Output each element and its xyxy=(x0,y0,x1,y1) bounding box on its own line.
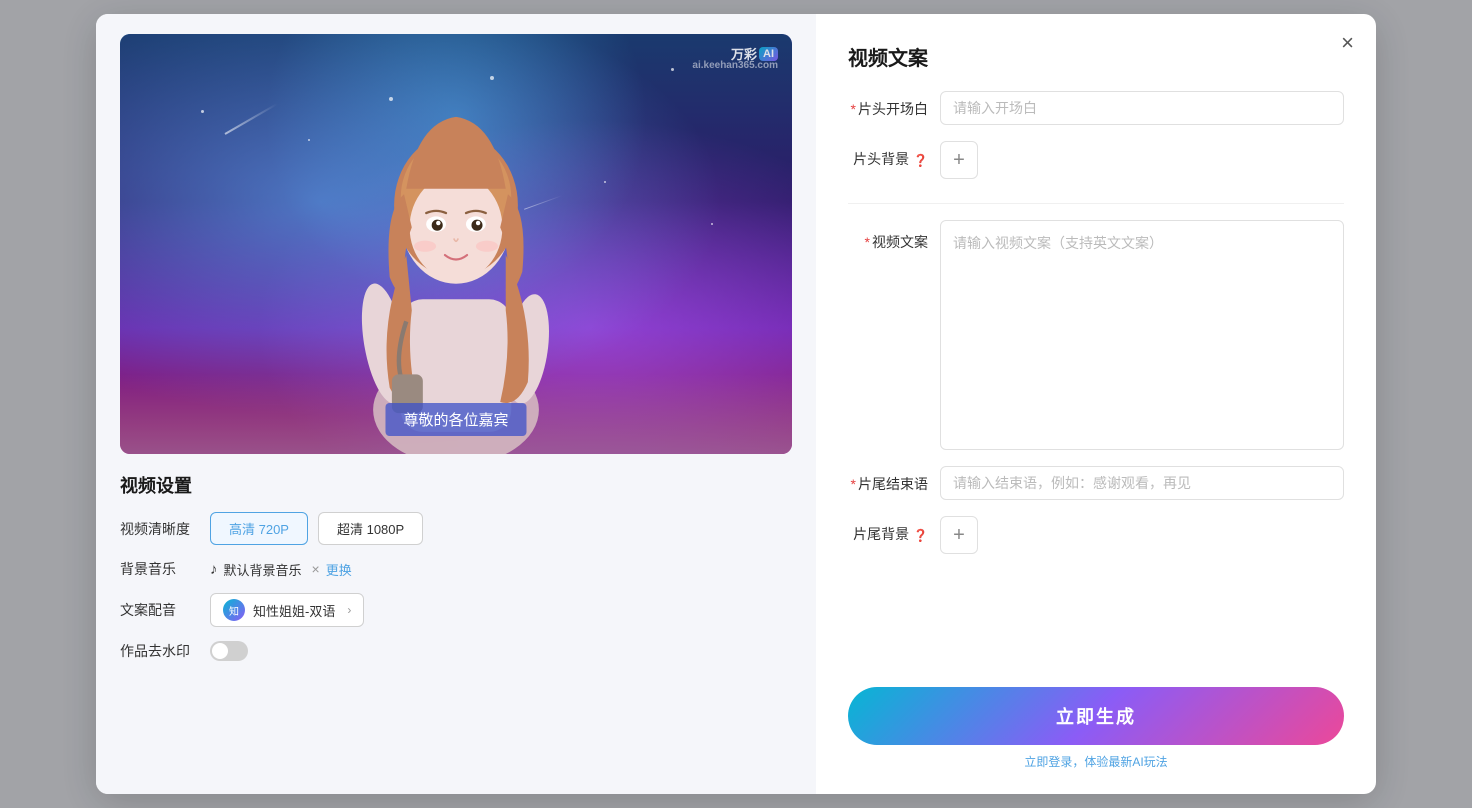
ending-bg-controls: + xyxy=(940,516,978,554)
login-link[interactable]: 立即登录，体验最新AI玩法 xyxy=(1024,755,1167,769)
music-icon: ♪ xyxy=(210,561,218,578)
ending-bg-label: 片尾背景 ❓ xyxy=(848,516,928,544)
opening-row: *片头开场白 xyxy=(848,91,1344,125)
voice-select-button[interactable]: 知 知性姐姐-双语 › xyxy=(210,593,364,627)
settings-title: 视频设置 xyxy=(120,472,792,498)
header-bg-add-button[interactable]: + xyxy=(940,141,978,179)
music-info: ♪ 默认背景音乐 × 更换 xyxy=(210,560,352,579)
resolution-hd-button[interactable]: 高清 720P xyxy=(210,512,308,545)
resolution-label: 视频清晰度 xyxy=(120,519,200,539)
ending-bg-hint-icon[interactable]: ❓ xyxy=(913,528,928,542)
opening-required-star: * xyxy=(851,101,856,117)
resolution-row: 视频清晰度 高清 720P 超清 1080P xyxy=(120,512,792,545)
opening-label: *片头开场白 xyxy=(848,91,928,119)
login-hint: 立即登录，体验最新AI玩法 xyxy=(848,753,1344,770)
subtitle-box: 尊敬的各位嘉宾 xyxy=(385,403,526,436)
header-bg-row: 片头背景 ❓ + xyxy=(848,141,1344,179)
voice-name: 知性姐姐-双语 xyxy=(253,601,335,620)
right-panel: 视频文案 *片头开场白 片头背景 ❓ + xyxy=(816,14,1376,794)
watermark-toggle[interactable] xyxy=(210,641,248,661)
left-panel: 万彩 AI ai.keehan365.com 尊敬的各位嘉宾 视频设置 视频清晰… xyxy=(96,14,816,794)
generate-button[interactable]: 立即生成 xyxy=(848,687,1344,745)
watermark-label: 作品去水印 xyxy=(120,641,200,661)
ending-required-star: * xyxy=(851,476,856,492)
video-preview: 万彩 AI ai.keehan365.com 尊敬的各位嘉宾 xyxy=(120,34,792,454)
watermark-row: 作品去水印 xyxy=(120,641,792,661)
ending-row: *片尾结束语 xyxy=(848,466,1344,500)
right-title: 视频文案 xyxy=(848,42,1344,71)
resolution-fhd-button[interactable]: 超清 1080P xyxy=(318,512,423,545)
music-change-button[interactable]: 更换 xyxy=(326,560,352,579)
music-label: 背景音乐 xyxy=(120,559,200,579)
close-button[interactable]: × xyxy=(1341,32,1354,54)
voice-row: 文案配音 知 知性姐姐-双语 › xyxy=(120,593,792,627)
modal: × xyxy=(96,14,1376,794)
header-bg-controls: + xyxy=(940,141,978,179)
modal-overlay: × xyxy=(0,0,1472,808)
ending-input[interactable] xyxy=(940,466,1344,500)
music-cancel-button[interactable]: × xyxy=(312,561,320,577)
settings-section: 视频设置 视频清晰度 高清 720P 超清 1080P 背景音乐 ♪ 默认背景音… xyxy=(120,472,792,675)
voice-avatar: 知 xyxy=(223,599,245,621)
opening-input[interactable] xyxy=(940,91,1344,125)
content-row: *视频文案 xyxy=(848,220,1344,450)
header-bg-label: 片头背景 ❓ xyxy=(848,141,928,169)
music-row: 背景音乐 ♪ 默认背景音乐 × 更换 xyxy=(120,559,792,579)
music-name: 默认背景音乐 xyxy=(224,560,302,579)
content-label: *视频文案 xyxy=(848,220,928,252)
divider xyxy=(848,203,1344,204)
voice-arrow-icon: › xyxy=(347,603,351,617)
ending-label: *片尾结束语 xyxy=(848,466,928,494)
ending-bg-add-button[interactable]: + xyxy=(940,516,978,554)
ending-bg-row: 片尾背景 ❓ + xyxy=(848,516,1344,554)
header-bg-hint-icon[interactable]: ❓ xyxy=(913,153,928,167)
content-required-star: * xyxy=(865,234,870,250)
voice-label: 文案配音 xyxy=(120,600,200,620)
content-textarea[interactable] xyxy=(940,220,1344,450)
